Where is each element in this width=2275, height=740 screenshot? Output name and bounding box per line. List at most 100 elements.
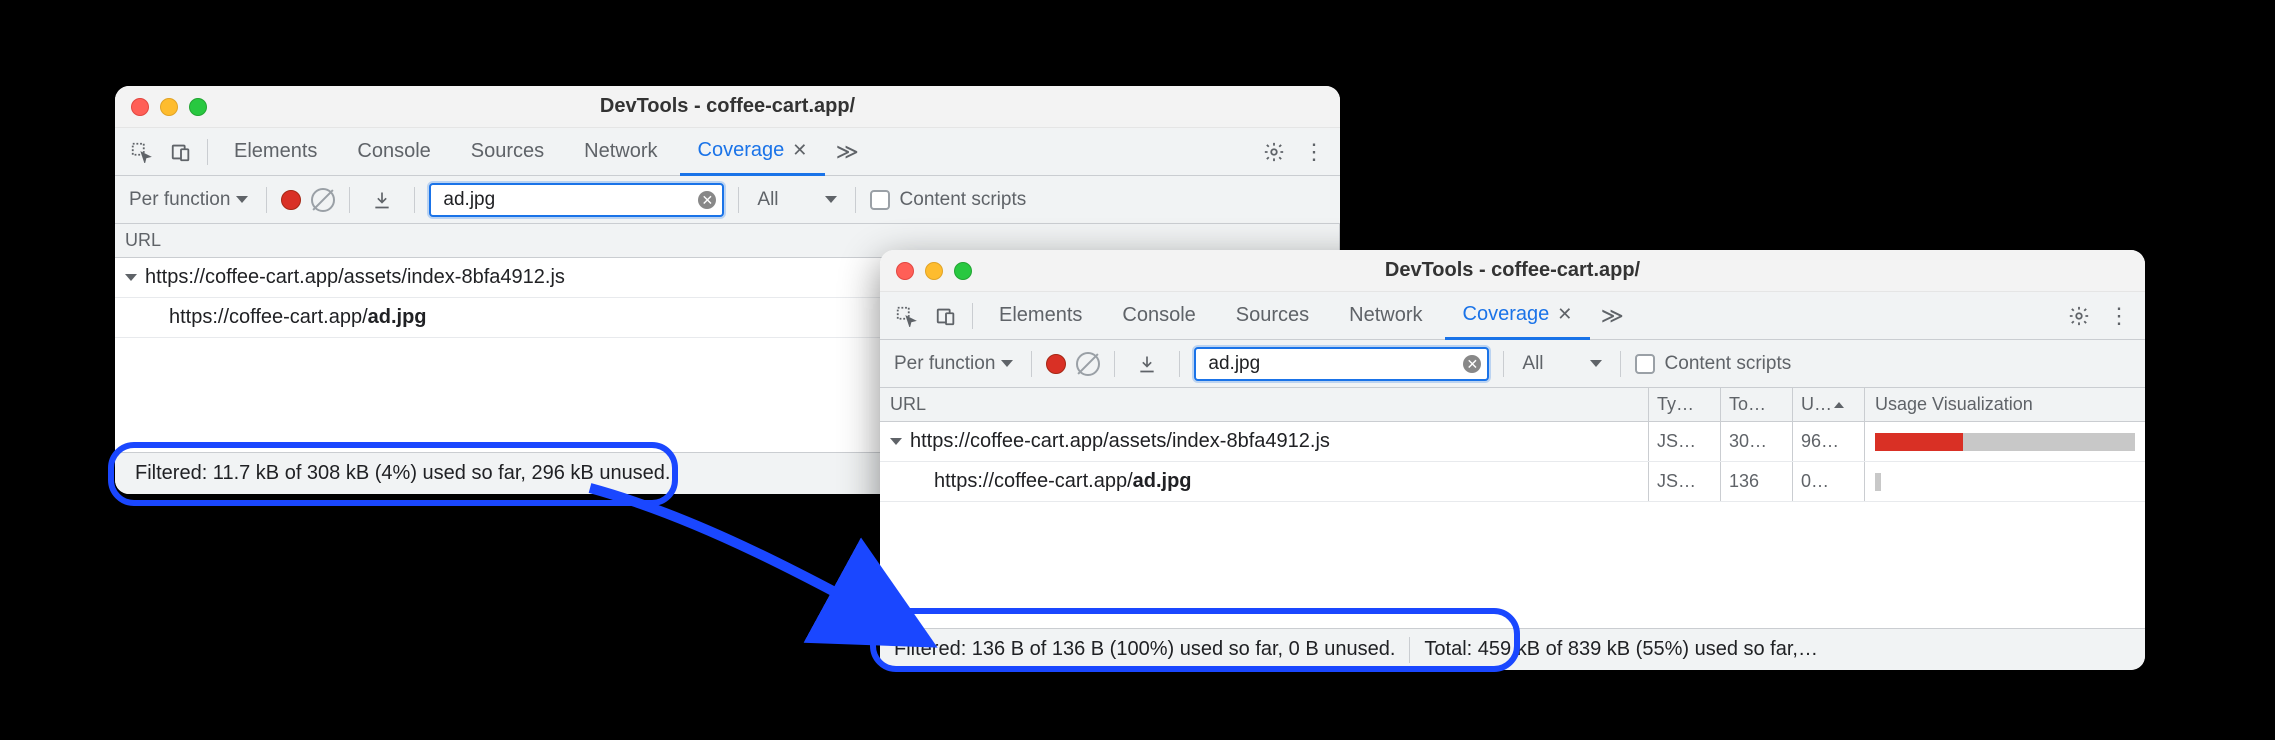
row-total: 136: [1721, 462, 1793, 501]
close-icon[interactable]: ✕: [1557, 304, 1572, 325]
more-tabs-icon[interactable]: ≫: [829, 134, 865, 170]
statusbar: Filtered: 136 B of 136 B (100%) used so …: [880, 628, 2145, 670]
row-type: JS…: [1649, 422, 1721, 461]
row-url-prefix: https://coffee-cart.app/: [934, 470, 1133, 493]
record-button[interactable]: [281, 190, 301, 210]
tab-coverage[interactable]: Coverage ✕: [1445, 293, 1591, 340]
granularity-label: Per function: [129, 189, 230, 211]
table-row[interactable]: https://coffee-cart.app/assets/index-8bf…: [880, 422, 2145, 462]
chevron-down-icon: [1001, 360, 1013, 367]
col-unused[interactable]: U…: [1793, 388, 1865, 421]
tab-elements[interactable]: Elements: [981, 292, 1100, 339]
row-viz: [1865, 422, 2145, 461]
expander-icon[interactable]: [125, 274, 137, 281]
settings-icon[interactable]: [1256, 134, 1292, 170]
row-unused: 96…: [1793, 422, 1865, 461]
type-filter-select[interactable]: All: [1518, 353, 1605, 375]
col-type[interactable]: Ty…: [1649, 388, 1721, 421]
tab-coverage[interactable]: Coverage ✕: [680, 129, 826, 176]
content-scripts-checkbox[interactable]: [1635, 354, 1655, 374]
separator: [1031, 351, 1032, 377]
window-title: DevTools - coffee-cart.app/: [115, 95, 1340, 118]
row-unused: 0…: [1793, 462, 1865, 501]
col-unused-label: U…: [1801, 394, 1832, 415]
kebab-menu-icon[interactable]: ⋮: [1296, 134, 1332, 170]
record-button[interactable]: [1046, 354, 1066, 374]
separator: [738, 187, 739, 213]
table-row[interactable]: https://coffee-cart.app/ad.jpg JS… 136 0…: [880, 462, 2145, 502]
tab-elements[interactable]: Elements: [216, 128, 335, 175]
coverage-rows: https://coffee-cart.app/assets/index-8bf…: [880, 422, 2145, 628]
content-scripts-checkbox[interactable]: [870, 190, 890, 210]
row-url-match: ad.jpg: [368, 306, 427, 329]
url-filter-field[interactable]: [441, 188, 690, 212]
coverage-toolbar: Per function ✕ All Content scripts: [115, 176, 1340, 224]
type-filter-label: All: [1522, 353, 1543, 375]
zoom-window-button[interactable]: [954, 262, 972, 280]
export-icon[interactable]: [1129, 346, 1165, 382]
row-viz: [1865, 462, 2145, 501]
status-filtered: Filtered: 136 B of 136 B (100%) used so …: [880, 629, 1401, 670]
sort-asc-icon: [1834, 402, 1844, 408]
tab-console[interactable]: Console: [1104, 292, 1213, 339]
content-scripts-label[interactable]: Content scripts: [1665, 353, 1792, 375]
chevron-down-icon: [1590, 360, 1602, 367]
row-url: https://coffee-cart.app/assets/index-8bf…: [910, 430, 1330, 453]
separator: [414, 187, 415, 213]
separator: [1620, 351, 1621, 377]
content-scripts-label[interactable]: Content scripts: [900, 189, 1027, 211]
more-tabs-icon[interactable]: ≫: [1594, 298, 1630, 334]
tab-sources[interactable]: Sources: [1218, 292, 1327, 339]
titlebar: DevTools - coffee-cart.app/: [115, 86, 1340, 128]
status-filtered: Filtered: 11.7 kB of 308 kB (4%) used so…: [129, 453, 677, 494]
separator: [349, 187, 350, 213]
clear-filter-icon[interactable]: ✕: [1463, 355, 1481, 373]
device-mode-icon[interactable]: [163, 134, 199, 170]
kebab-menu-icon[interactable]: ⋮: [2101, 298, 2137, 334]
type-filter-select[interactable]: All: [753, 189, 840, 211]
tab-network[interactable]: Network: [1331, 292, 1440, 339]
url-filter-input[interactable]: ✕: [429, 183, 724, 217]
inspect-icon[interactable]: [123, 134, 159, 170]
granularity-select[interactable]: Per function: [890, 353, 1017, 375]
usage-bar: [1875, 433, 2135, 451]
clear-button[interactable]: [1076, 352, 1100, 376]
tab-sources[interactable]: Sources: [453, 128, 562, 175]
usage-bar: [1875, 473, 1881, 491]
zoom-window-button[interactable]: [189, 98, 207, 116]
type-filter-label: All: [757, 189, 778, 211]
tabbar: Elements Console Sources Network Coverag…: [880, 292, 2145, 340]
col-total[interactable]: To…: [1721, 388, 1793, 421]
minimize-window-button[interactable]: [925, 262, 943, 280]
tab-coverage-label: Coverage: [698, 139, 785, 162]
granularity-select[interactable]: Per function: [125, 189, 252, 211]
url-filter-field[interactable]: [1206, 352, 1455, 376]
settings-icon[interactable]: [2061, 298, 2097, 334]
clear-filter-icon[interactable]: ✕: [698, 191, 716, 209]
col-viz[interactable]: Usage Visualization: [1865, 388, 2145, 421]
minimize-window-button[interactable]: [160, 98, 178, 116]
device-mode-icon[interactable]: [928, 298, 964, 334]
close-window-button[interactable]: [131, 98, 149, 116]
clear-button[interactable]: [311, 188, 335, 212]
tab-network[interactable]: Network: [566, 128, 675, 175]
close-icon[interactable]: ✕: [792, 140, 807, 161]
coverage-toolbar: Per function ✕ All Content scripts: [880, 340, 2145, 388]
tab-console[interactable]: Console: [339, 128, 448, 175]
traffic-lights: [115, 98, 207, 116]
export-icon[interactable]: [364, 182, 400, 218]
tabbar: Elements Console Sources Network Coverag…: [115, 128, 1340, 176]
separator: [972, 303, 973, 329]
inspect-icon[interactable]: [888, 298, 924, 334]
expander-icon[interactable]: [890, 438, 902, 445]
traffic-lights: [880, 262, 972, 280]
separator: [1114, 351, 1115, 377]
row-type: JS…: [1649, 462, 1721, 501]
usage-unused: [1875, 473, 1881, 491]
url-filter-input[interactable]: ✕: [1194, 347, 1489, 381]
separator: [1179, 351, 1180, 377]
separator: [1409, 637, 1410, 663]
close-window-button[interactable]: [896, 262, 914, 280]
col-url[interactable]: URL: [880, 388, 1649, 421]
separator: [1503, 351, 1504, 377]
